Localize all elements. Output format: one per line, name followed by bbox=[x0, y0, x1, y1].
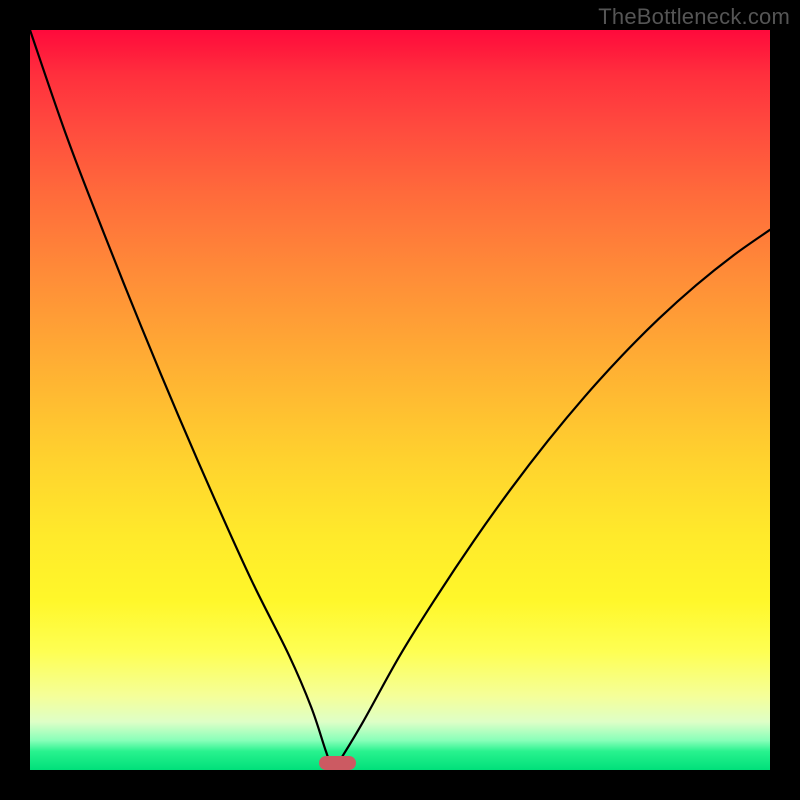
plot-area bbox=[30, 30, 770, 770]
bottleneck-curve bbox=[30, 30, 770, 770]
chart-frame: TheBottleneck.com bbox=[0, 0, 800, 800]
curve-layer bbox=[30, 30, 770, 770]
watermark-text: TheBottleneck.com bbox=[598, 4, 790, 30]
minimum-marker bbox=[319, 756, 356, 770]
